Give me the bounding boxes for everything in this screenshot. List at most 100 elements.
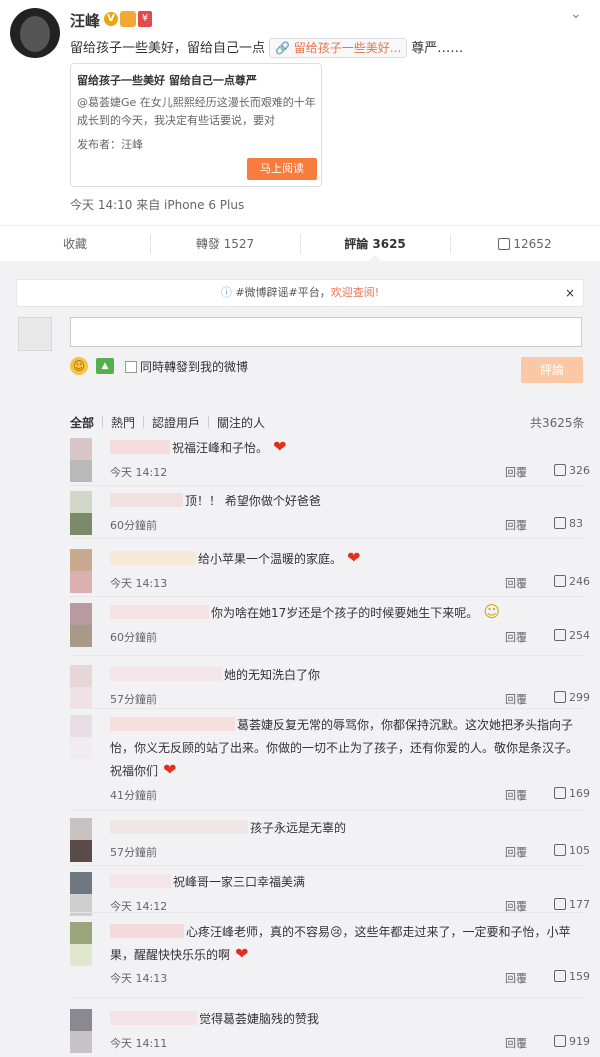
article-link[interactable]: 🔗 留给孩子一些美好...	[269, 38, 408, 58]
comment-like-button[interactable]: 254	[554, 629, 590, 642]
comment-like-button[interactable]: 159	[554, 970, 590, 983]
comment-divider	[70, 708, 584, 709]
sync-label: 同時轉發到我的微博	[140, 360, 249, 374]
comment-like-button[interactable]: 177	[554, 898, 590, 911]
comment-body: 顶！！ 希望你做个好爸爸	[110, 490, 580, 513]
emoji-icon[interactable]: ☺	[70, 357, 88, 375]
commenter-avatar-lower	[70, 840, 92, 862]
reply-button[interactable]: 回覆	[505, 1035, 527, 1051]
comment-like-button[interactable]: 105	[554, 844, 590, 857]
reply-button[interactable]: 回覆	[505, 844, 527, 860]
commenter-name[interactable]	[110, 605, 209, 619]
poster-avatar[interactable]	[10, 8, 60, 58]
reply-button[interactable]: 回覆	[505, 970, 527, 986]
submit-comment-button[interactable]: 評論	[521, 357, 583, 383]
comment-time: 41分鐘前	[110, 789, 157, 802]
commenter-name[interactable]	[110, 717, 235, 731]
comment-item: 心疼汪峰老师，真的不容易😢，这些年都走过来了，一定要和子怡，小苹果，醒醒快快乐乐…	[0, 918, 600, 998]
active-tab-caret	[369, 255, 381, 261]
comment-text: 你为啥在她17岁还是个孩子的时候要她生下来呢。	[211, 606, 479, 620]
thumbs-up-icon	[554, 898, 566, 910]
comment-like-count: 177	[569, 898, 590, 911]
comment-item: 祝福汪峰和子怡。 ❤ 今天 14:12 回覆 326	[0, 434, 600, 486]
commenter-avatar[interactable]	[70, 922, 92, 944]
comment-time: 57分鐘前	[110, 846, 157, 859]
commenter-avatar-lower	[70, 513, 92, 535]
reply-button[interactable]: 回覆	[505, 629, 527, 645]
comment-input[interactable]	[70, 317, 582, 347]
comment-body: 祝福汪峰和子怡。 ❤	[110, 437, 580, 460]
comment-like-count: 105	[569, 844, 590, 857]
commenter-name[interactable]	[110, 1011, 197, 1025]
comment-like-button[interactable]: 919	[554, 1035, 590, 1048]
comment-body: 祝峰哥一家三口幸福美满	[110, 871, 580, 894]
comment-body: 觉得葛荟婕脑残的赞我	[110, 1008, 580, 1031]
comment-like-button[interactable]: 83	[554, 517, 583, 530]
comment-like-button[interactable]: 246	[554, 575, 590, 588]
member-badge-icon	[120, 11, 136, 27]
image-icon[interactable]: ▲	[96, 358, 114, 374]
article-publisher: 发布者：汪峰	[77, 138, 143, 151]
commenter-name[interactable]	[110, 493, 183, 507]
like-button[interactable]: 12652	[450, 226, 600, 262]
comment-body: 心疼汪峰老师，真的不容易😢，这些年都走过来了，一定要和子怡，小苹果，醒醒快快乐乐…	[110, 921, 580, 967]
commenter-avatar[interactable]	[70, 715, 92, 737]
filter-hot[interactable]: 熱門	[111, 414, 135, 431]
comment-body: 葛荟婕反复无常的辱骂你，你都保持沉默。这次她把矛头指向子怡，你义无反顾的站了出来…	[110, 714, 580, 783]
commenter-name[interactable]	[110, 874, 171, 888]
commenter-name[interactable]	[110, 924, 184, 938]
article-card[interactable]: 留给孩子一些美好 留给自己一点尊严 @葛荟婕Ge 在女儿熙熙经历这漫长而艰难的十…	[70, 63, 322, 187]
commenter-avatar[interactable]	[70, 872, 92, 894]
reply-button[interactable]: 回覆	[505, 517, 527, 533]
close-icon[interactable]: ×	[565, 280, 575, 306]
repost-button[interactable]: 轉發 1527	[150, 226, 300, 262]
article-title: 留给孩子一些美好 留给自己一点尊严	[77, 74, 257, 87]
comment-like-button[interactable]: 299	[554, 691, 590, 704]
filter-all[interactable]: 全部	[70, 414, 94, 431]
commenter-name[interactable]	[110, 667, 222, 681]
reply-button[interactable]: 回覆	[505, 575, 527, 591]
comment-divider	[70, 810, 584, 811]
comment-text: 祝峰哥一家三口幸福美满	[173, 875, 306, 889]
comment-divider	[70, 596, 584, 597]
thumbs-up-icon	[554, 464, 566, 476]
reply-button[interactable]: 回覆	[505, 464, 527, 480]
notice-link[interactable]: 欢迎查阅!	[331, 286, 379, 299]
chevron-down-icon[interactable]: ⌄	[570, 6, 582, 22]
reply-button[interactable]: 回覆	[505, 691, 527, 707]
smile-icon: ☺	[478, 602, 501, 621]
post-text: 留给孩子一些美好，留给自己一点 🔗 留给孩子一些美好... 尊严……	[70, 38, 463, 58]
info-icon: ⓘ	[220, 286, 232, 299]
commenter-avatar[interactable]	[70, 549, 92, 571]
commenter-name[interactable]	[110, 551, 196, 565]
thumbs-up-icon	[554, 844, 566, 856]
commenter-avatar[interactable]	[70, 818, 92, 840]
comment-body: 你为啥在她17岁还是个孩子的时候要她生下来呢。 ☺	[110, 602, 580, 625]
comment-text: 孩子永远是无辜的	[250, 821, 347, 835]
comment-divider	[70, 997, 584, 998]
heart-icon: ❤	[158, 760, 177, 779]
commenter-name[interactable]	[110, 440, 170, 454]
filter-verified[interactable]: 認證用戶	[152, 414, 200, 431]
commenter-name[interactable]	[110, 820, 248, 834]
commenter-avatar[interactable]	[70, 438, 92, 460]
thumbs-up-icon	[498, 238, 511, 250]
commenter-avatar[interactable]	[70, 665, 92, 687]
commenter-avatar-lower	[70, 944, 92, 966]
sync-checkbox[interactable]	[125, 361, 137, 373]
comment-like-button[interactable]: 169	[554, 787, 590, 800]
comment-like-button[interactable]: 326	[554, 464, 590, 477]
comment-divider	[70, 912, 584, 913]
read-now-button[interactable]: 马上阅读	[247, 158, 317, 180]
article-desc: @葛荟婕Ge 在女儿熙熙经历这漫长而艰难的十年成长到的今天，我决定有些话要说，要…	[77, 96, 316, 127]
filter-following[interactable]: 關注的人	[217, 414, 265, 431]
article-link-label: 留给孩子一些美好...	[293, 41, 402, 55]
thumbs-up-icon	[554, 1035, 566, 1047]
commenter-avatar[interactable]	[70, 1009, 92, 1031]
commenter-avatar-lower	[70, 625, 92, 647]
poster-name[interactable]: 汪峰	[70, 10, 100, 31]
commenter-avatar[interactable]	[70, 603, 92, 625]
reply-button[interactable]: 回覆	[505, 787, 527, 803]
favorite-button[interactable]: 收藏	[0, 226, 150, 262]
commenter-avatar[interactable]	[70, 491, 92, 513]
